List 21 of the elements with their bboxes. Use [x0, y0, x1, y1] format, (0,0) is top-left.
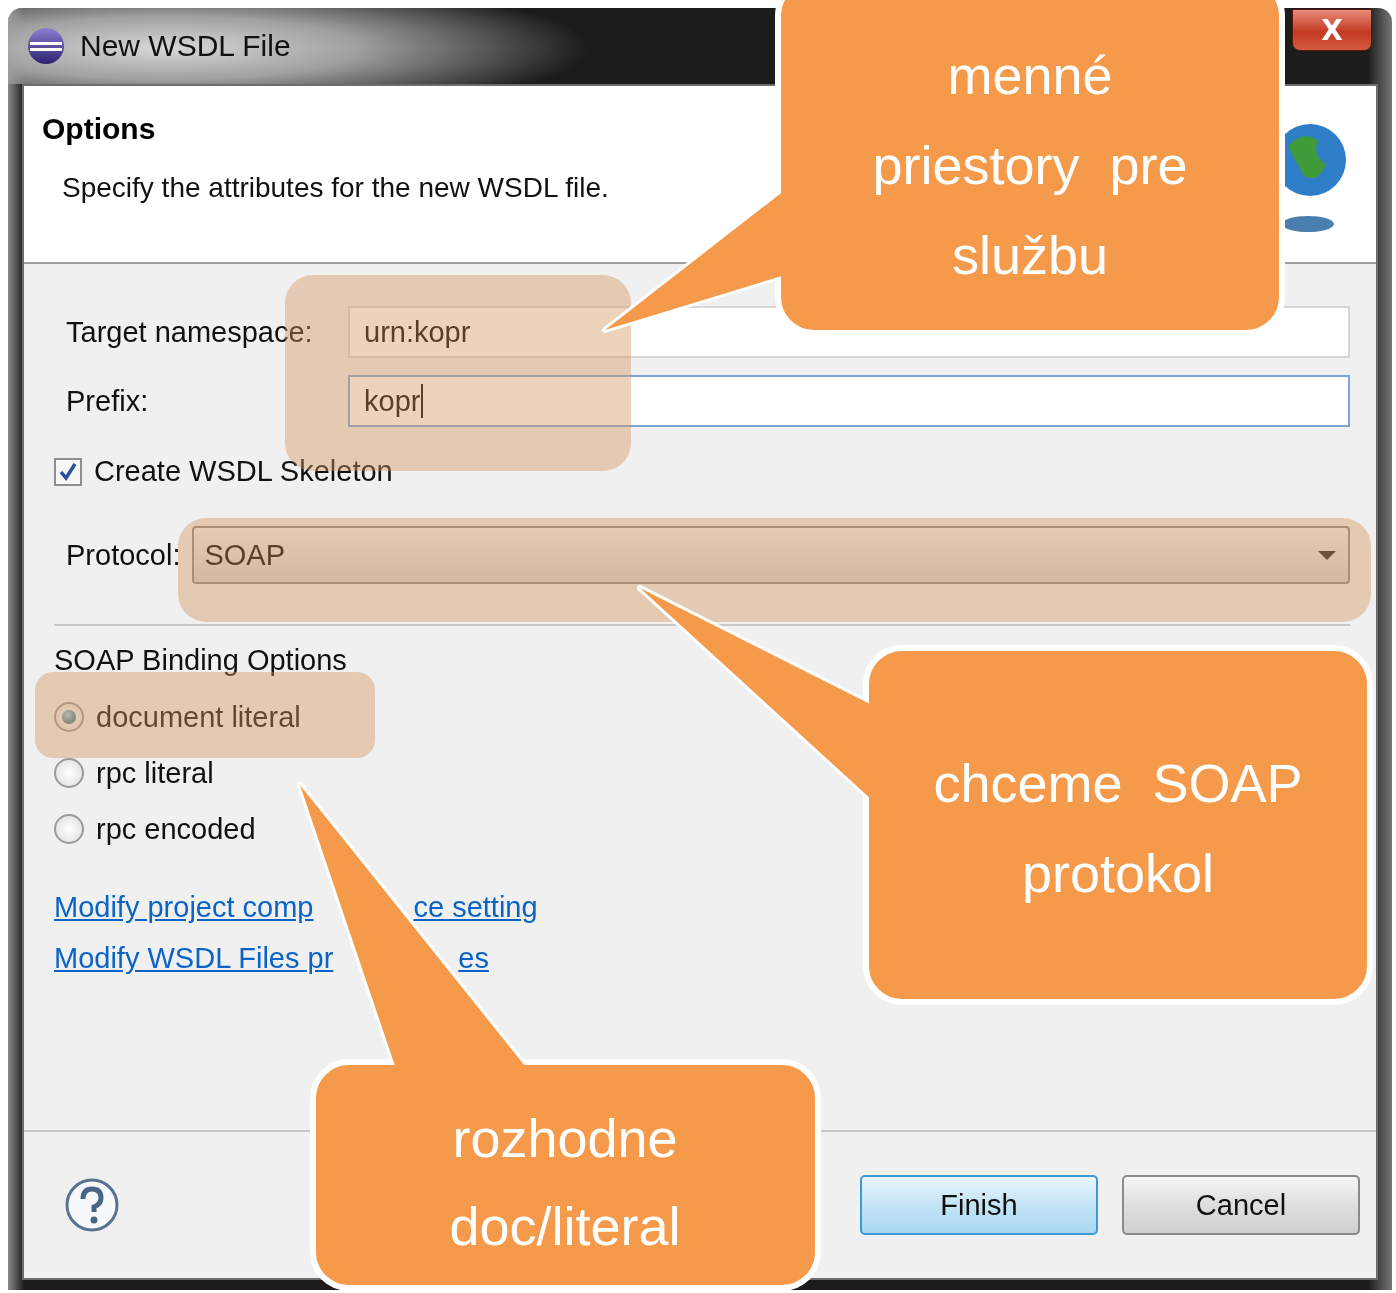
callout-text: menné priestory pre službu: [872, 44, 1188, 287]
protocol-label: Protocol:: [66, 538, 181, 572]
field-label: Prefix:: [66, 384, 150, 418]
window-title: New WSDL File: [80, 29, 291, 63]
page-title: Options: [42, 112, 157, 146]
protocol-dropdown[interactable]: SOAP: [192, 526, 1350, 584]
finish-button[interactable]: Finish: [860, 1175, 1098, 1235]
group-title: SOAP Binding Options: [54, 644, 348, 677]
link[interactable]: Modify project comp ce setting: [54, 891, 538, 924]
radio-label: rpc encoded: [96, 812, 256, 846]
callout-text: chceme SOAP protokol: [933, 752, 1303, 905]
cancel-button[interactable]: Cancel: [1122, 1175, 1360, 1235]
link[interactable]: Modify WSDL Files pr es: [54, 942, 489, 975]
radio-label: rpc literal: [96, 756, 214, 790]
radio-label: document literal: [96, 700, 301, 734]
field-label: Target namespace:: [66, 315, 314, 349]
page-description: Specify the attributes for the new WSDL file.: [61, 172, 609, 204]
text-field[interactable]: kopr: [348, 375, 1350, 427]
callout-text: rozhodne doc/literal: [449, 1107, 681, 1258]
close-button[interactable]: X: [1292, 9, 1372, 51]
checkbox-label: Create WSDL Skeleton: [94, 455, 393, 488]
